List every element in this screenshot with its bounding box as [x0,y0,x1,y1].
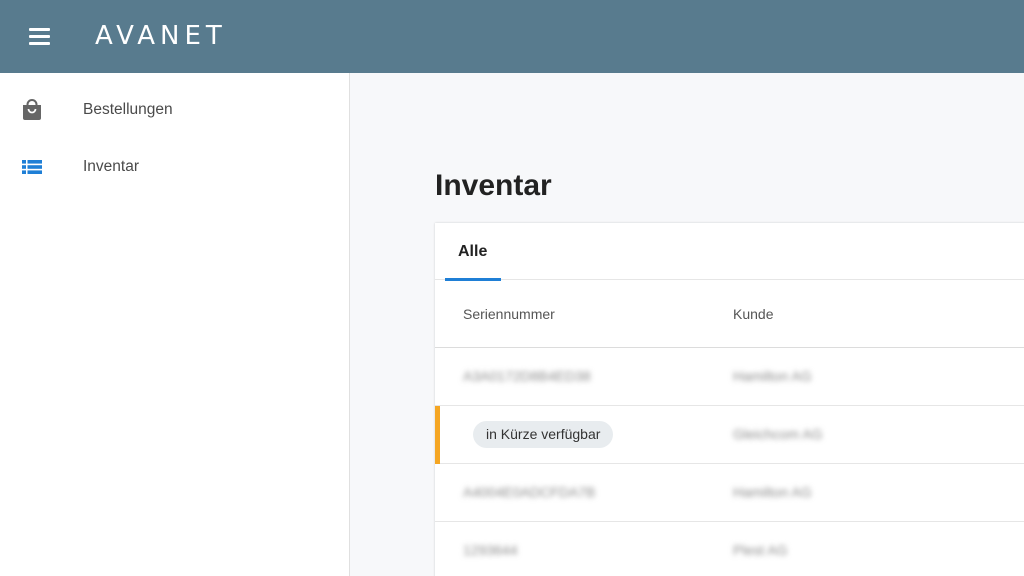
column-header-seriennummer[interactable]: Seriennummer [463,306,555,322]
table-row[interactable]: A3A0172D8B4ED38 Hamilton AG [435,348,1024,406]
serial-number-cell: A4004E0ADCFDA7B [463,484,596,500]
column-header-kunde[interactable]: Kunde [733,306,773,322]
list-icon [20,155,44,179]
serial-number-cell: 1293644 [463,542,518,558]
table-header: Seriennummer Kunde [435,280,1024,348]
tab-alle[interactable]: Alle [445,223,501,281]
customer-cell: Gleichcom AG [733,426,823,442]
table-row[interactable]: in Kürze verfügbar Gleichcom AG [435,406,1024,464]
main-content: Inventar Alle Seriennummer Kunde A3A0172… [351,73,1024,576]
app-logo[interactable]: AVANET [95,22,227,50]
serial-number-cell: A3A0172D8B4ED38 [463,368,591,384]
tab-label: Alle [458,243,488,260]
top-app-bar: AVANET [0,0,1024,73]
customer-cell: Plest AG [733,542,788,558]
status-badge: in Kürze verfügbar [473,421,614,448]
tab-bar: Alle [435,223,1024,281]
page-title: Inventar [435,169,552,202]
table-row[interactable]: A4004E0ADCFDA7B Hamilton AG [435,464,1024,522]
sidebar-item-label: Bestellungen [83,101,173,118]
customer-cell: Hamilton AG [733,484,812,500]
hamburger-menu-icon[interactable] [28,26,52,46]
customer-cell: Hamilton AG [733,368,812,384]
sidebar: Bestellungen Inventar [0,73,350,576]
sidebar-item-inventar[interactable]: Inventar [0,144,349,190]
shopping-bag-icon [20,98,44,122]
sidebar-item-label: Inventar [83,158,140,175]
table-row[interactable]: 1293644 Plest AG [435,522,1024,576]
inventory-card: Alle Seriennummer Kunde A3A0172D8B4ED38 … [435,223,1024,576]
sidebar-item-bestellungen[interactable]: Bestellungen [0,87,349,133]
